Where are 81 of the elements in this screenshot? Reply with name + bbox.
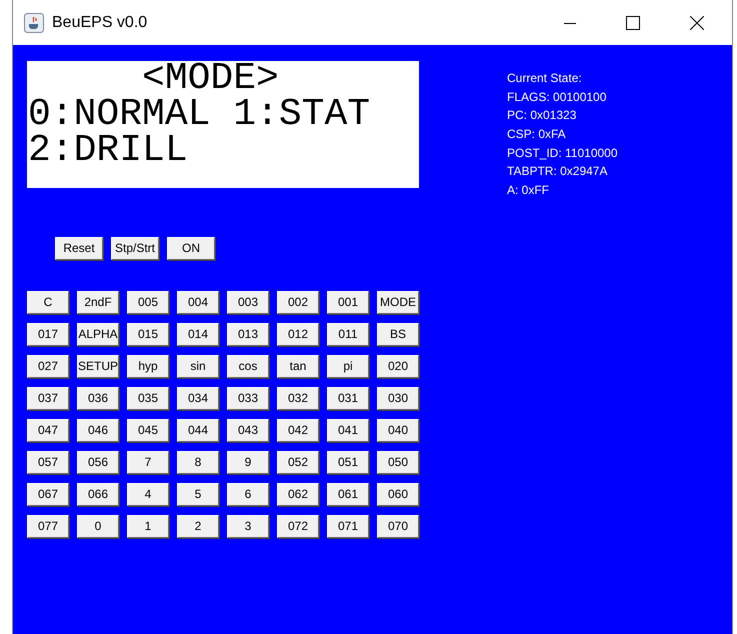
key-button[interactable]: 042	[277, 418, 319, 442]
key-button[interactable]: cos	[227, 354, 269, 378]
window-title: BeuEPS v0.0	[52, 14, 148, 32]
control-button[interactable]: Stp/Strt	[111, 236, 159, 260]
key-button[interactable]: 047	[27, 418, 69, 442]
key-button[interactable]: 056	[77, 450, 119, 474]
key-button[interactable]: 041	[327, 418, 369, 442]
lcd-line: 0:NORMAL 1:STAT	[27, 97, 372, 133]
key-button[interactable]: 067	[27, 482, 69, 506]
key-button[interactable]: 027	[27, 354, 69, 378]
key-button[interactable]: 070	[377, 514, 419, 538]
close-icon[interactable]	[690, 16, 704, 30]
key-button[interactable]: 034	[177, 386, 219, 410]
key-button[interactable]: 7	[127, 450, 169, 474]
key-button[interactable]: 046	[77, 418, 119, 442]
key-button[interactable]: BS	[377, 322, 419, 346]
key-button[interactable]: 033	[227, 386, 269, 410]
key-button[interactable]: 1	[127, 514, 169, 538]
key-button[interactable]: 061	[327, 482, 369, 506]
state-line: Current State:	[507, 70, 583, 87]
control-button[interactable]: ON	[167, 236, 215, 260]
key-button[interactable]: ALPHA	[77, 322, 119, 346]
coffee-cup-icon	[24, 12, 44, 32]
key-button[interactable]: 5	[177, 482, 219, 506]
key-button[interactable]: 030	[377, 386, 419, 410]
key-button[interactable]: 031	[327, 386, 369, 410]
key-button[interactable]: tan	[277, 354, 319, 378]
control-button[interactable]: Reset	[55, 236, 103, 260]
key-button[interactable]: 012	[277, 322, 319, 346]
key-button[interactable]: 8	[177, 450, 219, 474]
key-button[interactable]: 050	[377, 450, 419, 474]
key-button[interactable]: 077	[27, 514, 69, 538]
key-button[interactable]: 004	[177, 290, 219, 314]
key-button[interactable]: 071	[327, 514, 369, 538]
key-button[interactable]: 2	[177, 514, 219, 538]
key-button[interactable]: 037	[27, 386, 69, 410]
key-button[interactable]: MODE	[377, 290, 419, 314]
key-button[interactable]: 051	[327, 450, 369, 474]
key-button[interactable]: 032	[277, 386, 319, 410]
key-button[interactable]: 057	[27, 450, 69, 474]
key-button[interactable]: 001	[327, 290, 369, 314]
state-line: FLAGS: 00100100	[507, 88, 608, 106]
key-button[interactable]: 011	[327, 322, 369, 346]
key-button[interactable]: 060	[377, 482, 419, 506]
key-button[interactable]: 017	[27, 322, 69, 346]
maximize-icon[interactable]	[626, 16, 640, 30]
key-button[interactable]: 040	[377, 418, 419, 442]
key-button[interactable]: 4	[127, 482, 169, 506]
key-button[interactable]: 6	[227, 482, 269, 506]
key-button[interactable]: 015	[127, 322, 169, 346]
key-button[interactable]: 002	[277, 290, 319, 314]
key-button[interactable]: 3	[227, 514, 269, 538]
key-button[interactable]: 043	[227, 418, 269, 442]
key-button[interactable]: 020	[377, 354, 419, 378]
key-button[interactable]: 072	[277, 514, 319, 538]
key-button[interactable]: 013	[227, 322, 269, 346]
key-button[interactable]: 045	[127, 418, 169, 442]
lcd-line: 2:DRILL	[27, 133, 189, 169]
lcd-line: <MODE>	[142, 61, 279, 97]
key-button[interactable]: hyp	[127, 354, 169, 378]
key-button[interactable]: 2ndF	[77, 290, 119, 314]
key-button[interactable]: 035	[127, 386, 169, 410]
key-button[interactable]: SETUP	[77, 354, 119, 378]
key-button[interactable]: 005	[127, 290, 169, 314]
key-button[interactable]: 062	[277, 482, 319, 506]
state-line: PC: 0x01323	[507, 107, 578, 124]
state-line: CSP: 0xFA	[507, 126, 567, 144]
key-button[interactable]: C	[27, 290, 69, 314]
key-button[interactable]: 066	[77, 482, 119, 506]
key-button[interactable]: 0	[77, 514, 119, 538]
key-button[interactable]: sin	[177, 354, 219, 378]
key-button[interactable]: 052	[277, 450, 319, 474]
key-button[interactable]: 044	[177, 418, 219, 442]
key-button[interactable]: 003	[227, 290, 269, 314]
key-button[interactable]: 036	[77, 386, 119, 410]
key-button[interactable]: 014	[177, 322, 219, 346]
state-line: TABPTR: 0x2947A	[507, 163, 608, 180]
state-line: A: 0xFF	[507, 182, 550, 200]
key-button[interactable]: 9	[227, 450, 269, 474]
state-line: POST_ID: 11010000	[507, 144, 618, 162]
key-button[interactable]: pi	[327, 354, 369, 378]
